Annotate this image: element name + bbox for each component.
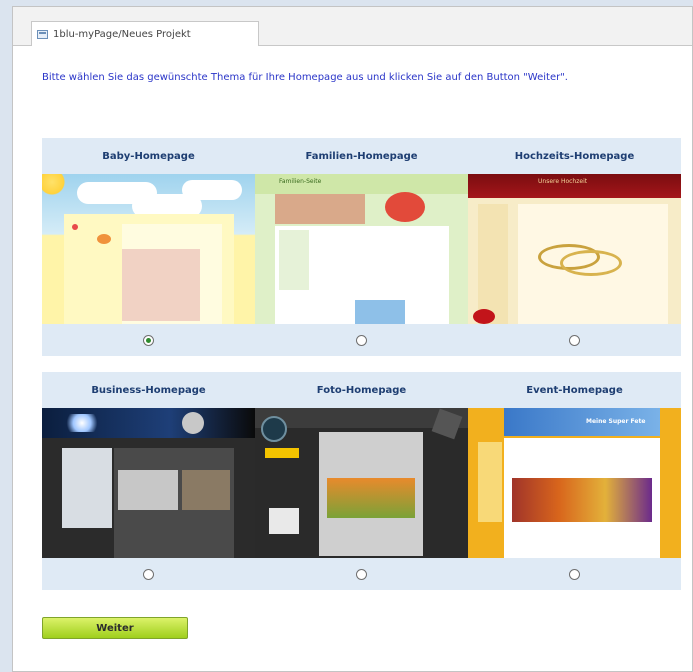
radio-event[interactable] — [569, 568, 580, 580]
radio-business[interactable] — [143, 568, 154, 580]
theme-thumb-event[interactable]: Meine Super Fete — [468, 408, 681, 558]
tab-label: 1blu-myPage/Neues Projekt — [53, 28, 191, 40]
radio-familien[interactable] — [356, 334, 367, 346]
theme-thumb-familien[interactable]: Familien-Seite — [255, 174, 468, 324]
radio-foto[interactable] — [356, 568, 367, 580]
theme-label-event: Event-Homepage — [526, 385, 623, 396]
theme-label-baby: Baby-Homepage — [102, 151, 195, 162]
theme-thumb-business[interactable] — [42, 408, 255, 558]
theme-thumb-baby[interactable] — [42, 174, 255, 324]
theme-thumb-foto[interactable] — [255, 408, 468, 558]
instruction-text: Bitte wählen Sie das gewünschte Thema fü… — [42, 72, 568, 83]
weiter-button[interactable]: Weiter — [42, 617, 188, 639]
hochzeit-header-text: Unsere Hochzeit — [538, 178, 588, 185]
radio-baby[interactable] — [143, 334, 154, 346]
radio-hochzeit[interactable] — [569, 334, 580, 346]
theme-label-business: Business-Homepage — [91, 385, 206, 396]
event-header-text: Meine Super Fete — [586, 418, 646, 425]
theme-thumb-hochzeit[interactable]: Unsere Hochzeit — [468, 174, 681, 324]
theme-label-hochzeit: Hochzeits-Homepage — [514, 151, 635, 162]
tab-neues-projekt[interactable]: 1blu-myPage/Neues Projekt — [31, 21, 259, 46]
theme-label-foto: Foto-Homepage — [316, 385, 407, 396]
tab-bar: 1blu-myPage/Neues Projekt — [13, 7, 692, 46]
theme-row-2: Business-Homepage Foto-Homepage Event-Ho… — [42, 372, 681, 590]
theme-row-1: Baby-Homepage Familien-Homepage Hochzeit… — [42, 138, 681, 356]
page-icon — [37, 29, 48, 39]
theme-label-familien: Familien-Homepage — [305, 151, 418, 162]
familien-header-text: Familien-Seite — [279, 178, 322, 185]
